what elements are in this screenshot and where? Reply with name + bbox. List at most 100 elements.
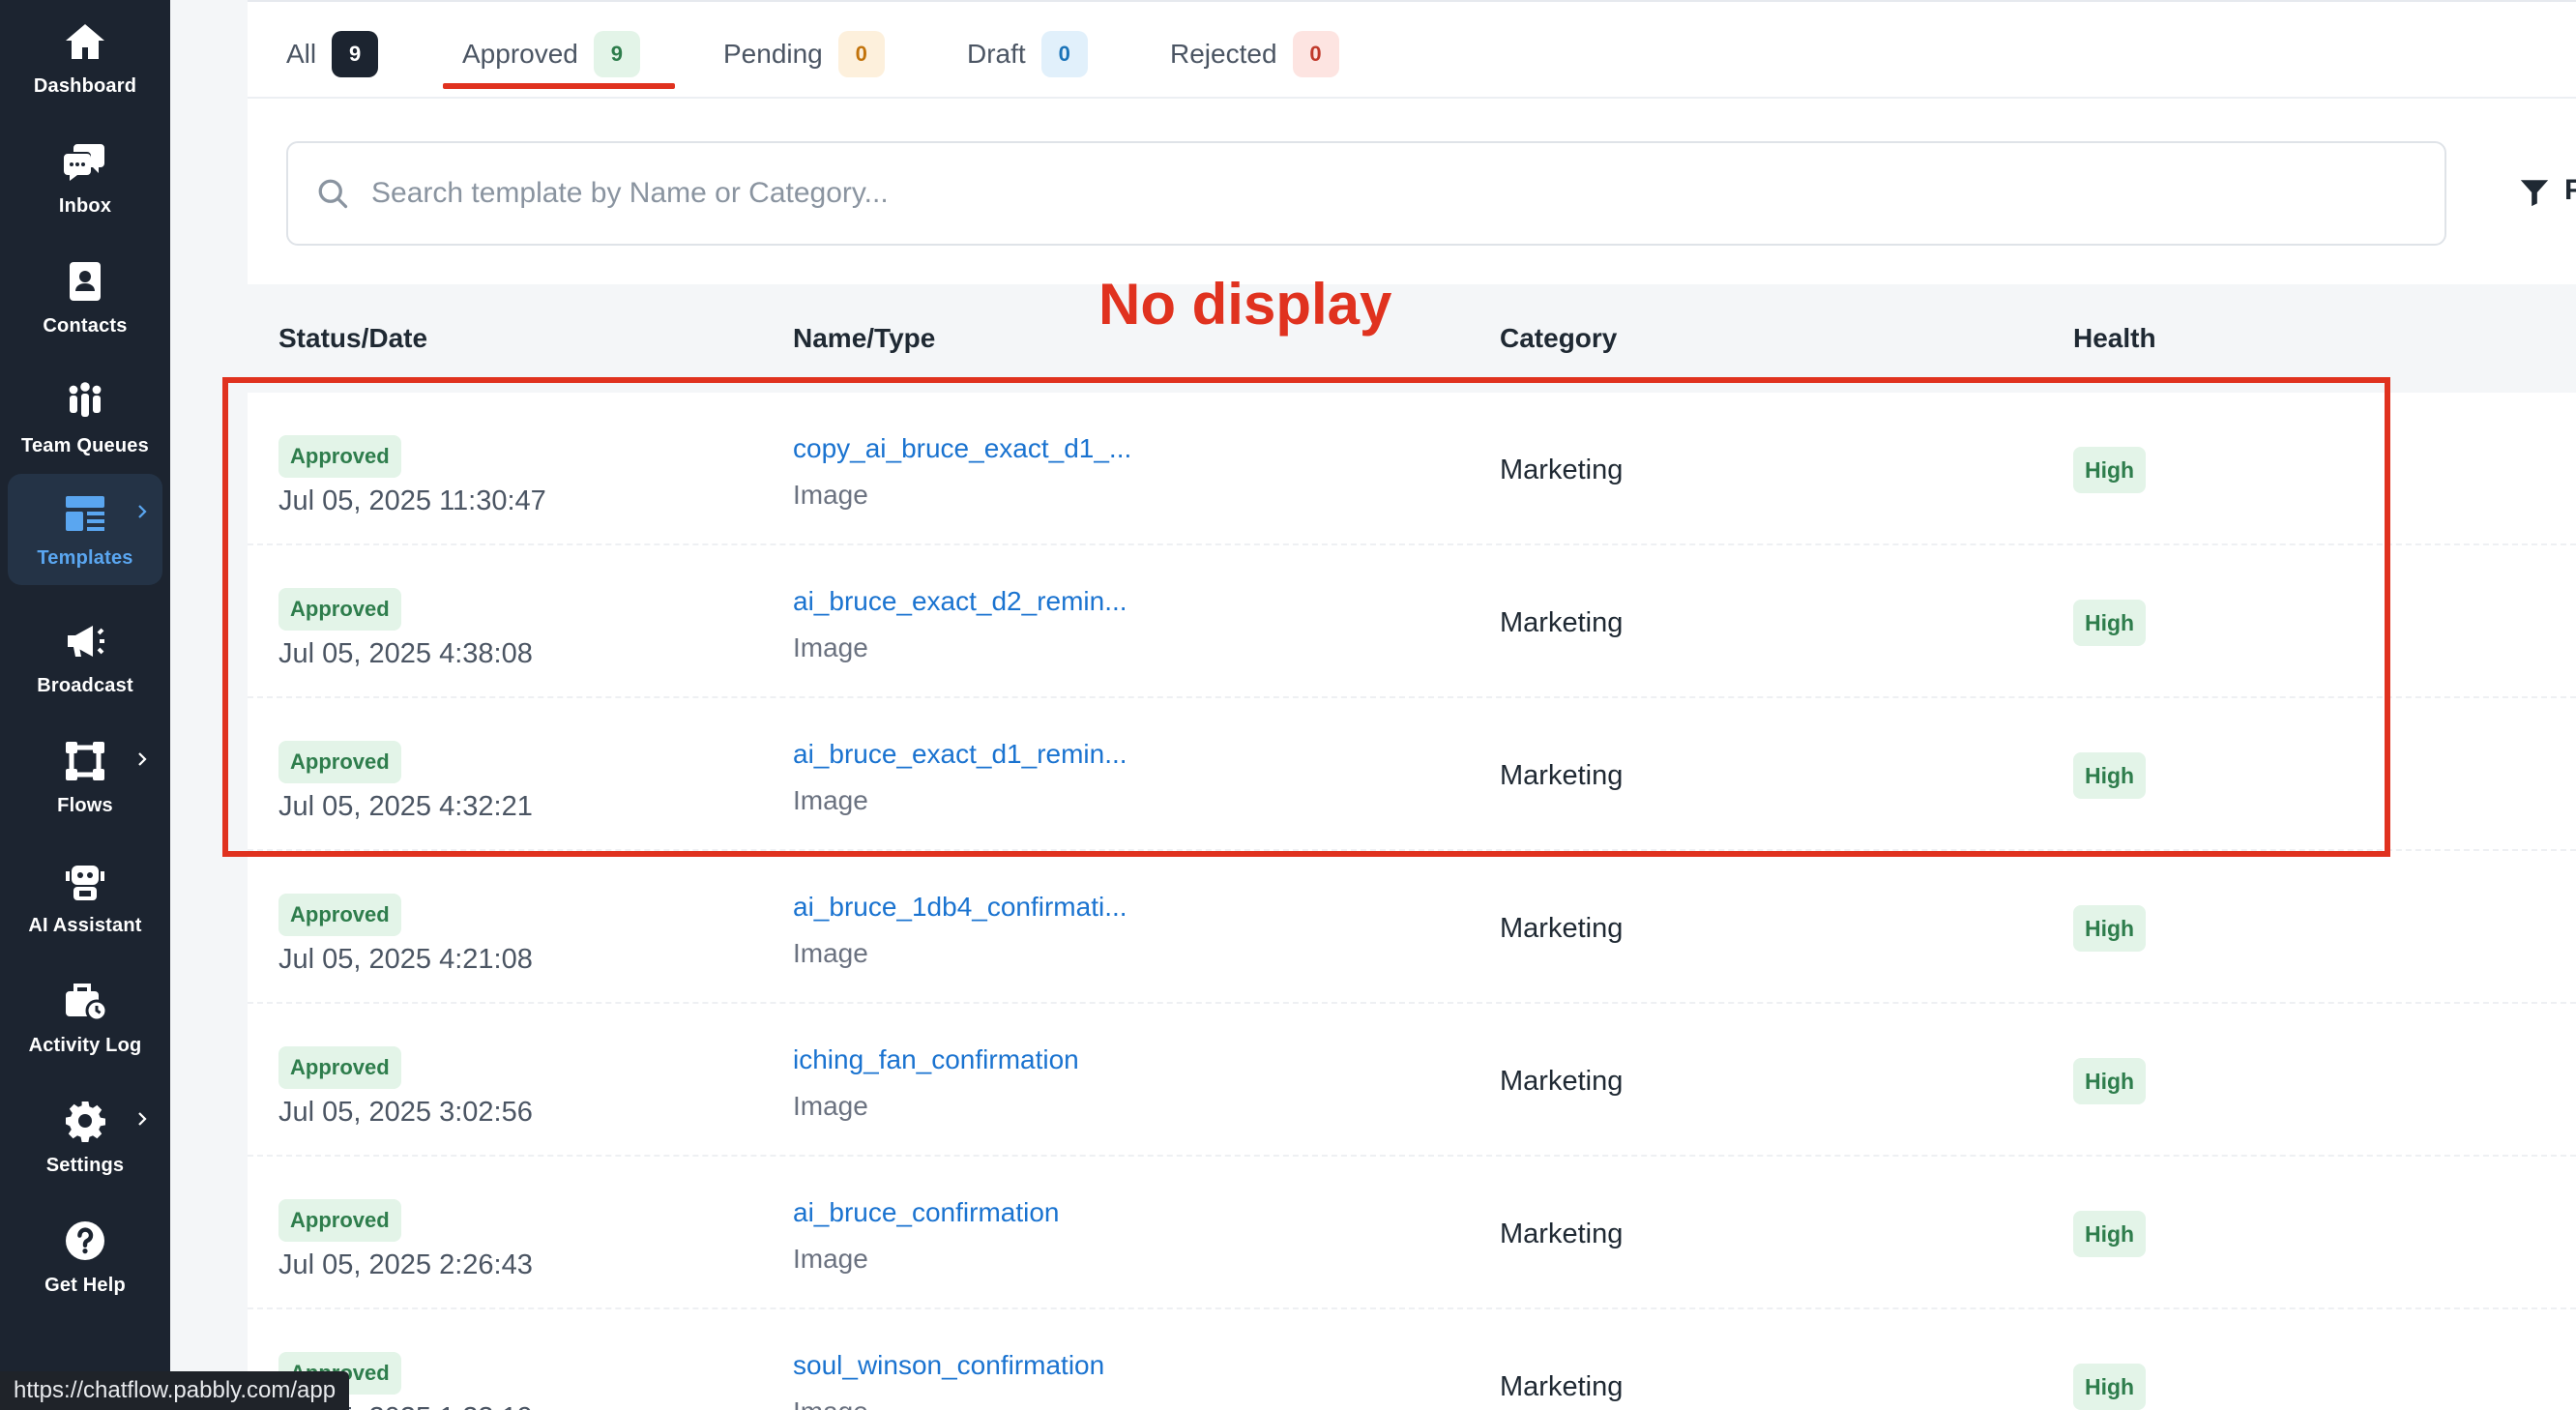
template-category: Marketing	[1500, 455, 1624, 485]
count-badge: 9	[332, 31, 379, 77]
chat-icon	[61, 137, 109, 186]
filter-icon[interactable]	[2518, 176, 2551, 209]
tab-all[interactable]: All 9	[286, 27, 379, 81]
count-badge: 0	[1292, 31, 1339, 77]
status-url-bar: https://chatflow.pabbly.com/app	[0, 1371, 350, 1410]
template-type: Image	[793, 938, 868, 968]
tab-label: Pending	[723, 39, 823, 69]
chevron-right-icon	[138, 752, 147, 766]
sidebar-item-contacts[interactable]: Contacts	[8, 242, 162, 353]
template-type: Image	[793, 480, 868, 510]
template-name-link[interactable]: ai_bruce_confirmation	[793, 1197, 1060, 1228]
filter-label[interactable]: F	[2564, 174, 2576, 207]
health-badge: High	[2073, 905, 2147, 952]
tab-label: Rejected	[1170, 39, 1277, 69]
search-icon	[318, 179, 348, 209]
templates-panel: All 9 Approved 9 Pending 0 Draft 0 Rejec…	[248, 0, 2576, 1410]
sidebar-item-activity-log[interactable]: Activity Log	[8, 961, 162, 1072]
status-badge: Approved	[278, 435, 401, 478]
count-badge: 0	[1040, 31, 1088, 77]
search-box	[286, 141, 2446, 246]
tab-rejected[interactable]: Rejected 0	[1170, 27, 1339, 81]
tab-label: Approved	[462, 39, 578, 69]
count-badge: 0	[837, 31, 885, 77]
table-row[interactable]: Approved Jul 05, 2025 4:38:08 ai_bruce_e…	[248, 545, 2576, 698]
sidebar-item-settings[interactable]: Settings	[8, 1081, 162, 1192]
template-category: Marketing	[1500, 1066, 1624, 1097]
chevron-right-icon	[138, 505, 147, 518]
template-type: Image	[793, 1091, 868, 1121]
row-date: Jul 05, 2025 11:30:47	[278, 485, 546, 516]
template-icon	[61, 489, 109, 538]
row-date: Jul 05, 2025 4:21:08	[278, 944, 533, 975]
home-icon	[61, 17, 109, 66]
status-badge: Approved	[278, 1046, 401, 1089]
gear-icon	[61, 1097, 109, 1145]
table-row[interactable]: Approved Jul 05, 2025 4:32:21 ai_bruce_e…	[248, 698, 2576, 851]
column-header-status[interactable]: Status/Date	[278, 323, 427, 354]
status-badge: Approved	[278, 1199, 401, 1242]
contact-book-icon	[61, 257, 109, 306]
table-row[interactable]: Approved Jul 05, 2025 1:23:19 soul_winso…	[248, 1309, 2576, 1410]
megaphone-icon	[61, 617, 109, 665]
status-badge: Approved	[278, 894, 401, 936]
chevron-right-icon	[138, 1112, 147, 1126]
template-category: Marketing	[1500, 607, 1624, 638]
column-header-name[interactable]: Name/Type	[793, 323, 935, 354]
tab-approved[interactable]: Approved 9	[462, 27, 640, 81]
sidebar-item-templates[interactable]: Templates	[8, 474, 162, 585]
template-type: Image	[793, 632, 868, 662]
template-type: Image	[793, 785, 868, 815]
row-date: Jul 05, 2025 2:26:43	[278, 1249, 533, 1280]
flow-icon	[61, 737, 109, 785]
annotation-label: No display	[1098, 272, 1392, 337]
row-date: Jul 05, 2025 3:02:56	[278, 1097, 533, 1128]
sidebar-item-team-queues[interactable]: Team Queues	[8, 362, 162, 473]
sidebar-item-flows[interactable]: Flows	[8, 721, 162, 833]
sidebar-item-get-help[interactable]: Get Help	[8, 1201, 162, 1312]
template-name-link[interactable]: copy_ai_bruce_exact_d1_...	[793, 433, 1131, 464]
sidebar-item-ai-assistant[interactable]: AI Assistant	[8, 841, 162, 953]
template-name-link[interactable]: soul_winson_confirmation	[793, 1350, 1104, 1381]
status-badge: Approved	[278, 588, 401, 631]
health-badge: High	[2073, 752, 2147, 799]
table-header: Status/Date Name/Type Category Health	[248, 284, 2576, 393]
robot-icon	[61, 857, 109, 905]
template-category: Marketing	[1500, 913, 1624, 944]
template-category: Marketing	[1500, 1219, 1624, 1249]
template-name-link[interactable]: ai_bruce_exact_d1_remin...	[793, 739, 1127, 770]
tab-pending[interactable]: Pending 0	[723, 27, 885, 81]
tab-draft[interactable]: Draft 0	[967, 27, 1088, 81]
template-category: Marketing	[1500, 760, 1624, 791]
table-row[interactable]: Approved Jul 05, 2025 3:02:56 iching_fan…	[248, 1004, 2576, 1157]
team-icon	[61, 377, 109, 426]
template-type: Image	[793, 1396, 868, 1410]
health-badge: High	[2073, 1058, 2147, 1104]
tab-label: Draft	[967, 39, 1026, 69]
briefcase-clock-icon	[61, 977, 109, 1025]
status-tabs: All 9 Approved 9 Pending 0 Draft 0 Rejec…	[248, 2, 2576, 99]
template-name-link[interactable]: ai_bruce_1db4_confirmati...	[793, 892, 1127, 923]
health-badge: High	[2073, 1364, 2147, 1410]
table-row[interactable]: Approved Jul 05, 2025 11:30:47 copy_ai_b…	[248, 393, 2576, 545]
template-name-link[interactable]: iching_fan_confirmation	[793, 1044, 1079, 1075]
sidebar: Dashboard Inbox Contacts Team Queues Tem…	[0, 0, 170, 1410]
tab-label: All	[286, 39, 317, 69]
health-badge: High	[2073, 447, 2147, 493]
column-header-category[interactable]: Category	[1500, 323, 1617, 354]
template-name-link[interactable]: ai_bruce_exact_d2_remin...	[793, 586, 1127, 617]
sidebar-item-dashboard[interactable]: Dashboard	[8, 2, 162, 113]
sidebar-item-inbox[interactable]: Inbox	[8, 122, 162, 233]
status-badge: Approved	[278, 741, 401, 783]
active-tab-indicator	[443, 83, 675, 89]
help-icon	[61, 1217, 109, 1265]
template-category: Marketing	[1500, 1371, 1624, 1402]
column-header-health[interactable]: Health	[2073, 323, 2156, 354]
search-input[interactable]	[371, 177, 2402, 210]
row-date: Jul 05, 2025 4:32:21	[278, 791, 533, 822]
count-badge: 9	[593, 31, 640, 77]
table-row[interactable]: Approved Jul 05, 2025 2:26:43 ai_bruce_c…	[248, 1157, 2576, 1309]
template-type: Image	[793, 1244, 868, 1274]
sidebar-item-broadcast[interactable]: Broadcast	[8, 602, 162, 713]
table-row[interactable]: Approved Jul 05, 2025 4:21:08 ai_bruce_1…	[248, 851, 2576, 1004]
